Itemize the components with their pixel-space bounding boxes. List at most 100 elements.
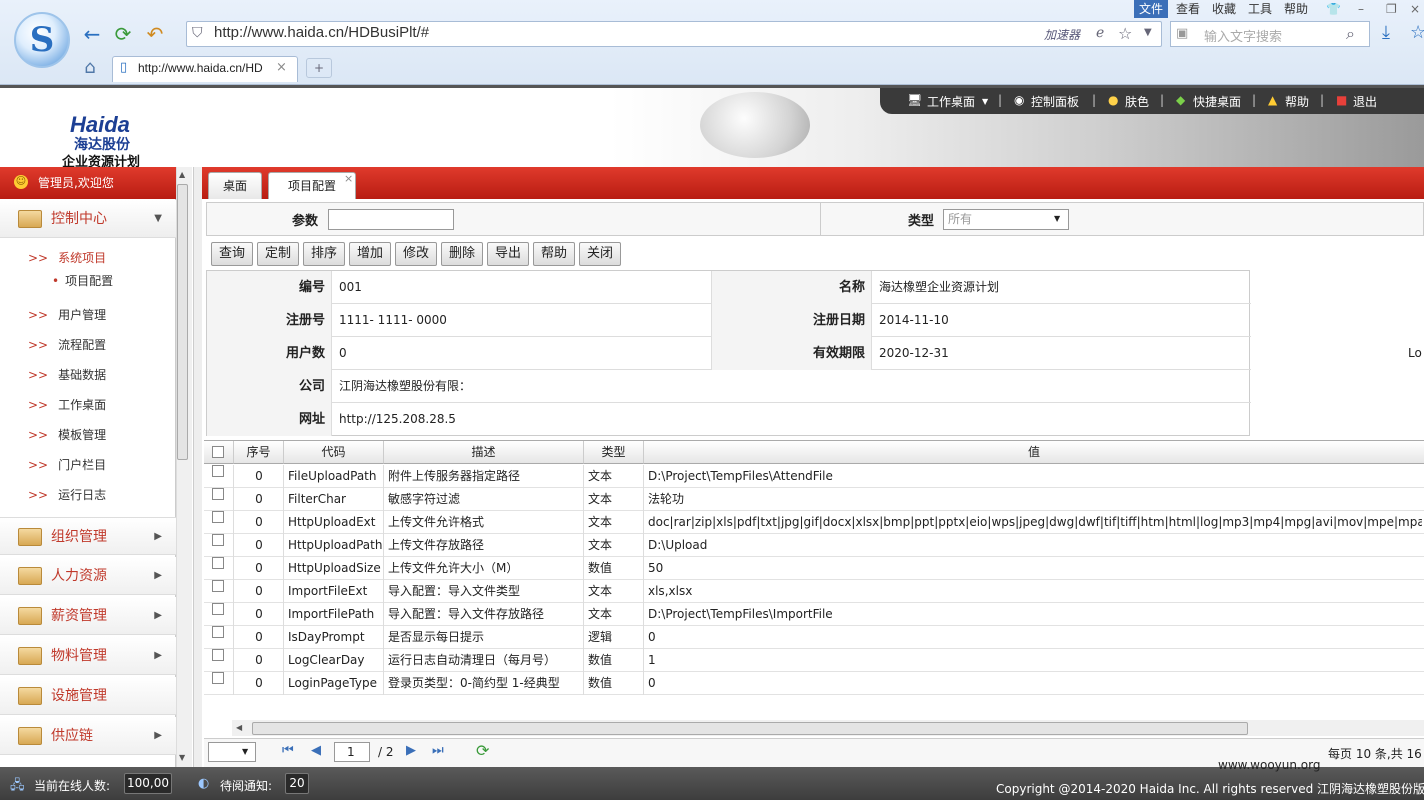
address-text[interactable]: http://www.haida.cn/HDBusiPlt/# [214,24,429,41]
group-facilities[interactable]: 设施管理 [0,677,176,715]
type-select[interactable]: 所有 [943,209,1069,230]
chevron-down-icon[interactable]: ▼ [1054,214,1060,223]
group-supply-chain[interactable]: 供应链 ▶ [0,717,176,755]
tab-close-icon[interactable]: × [344,172,353,185]
favorite-star-icon[interactable]: ☆ [1410,22,1424,43]
group-hr[interactable]: 人力资源 ▶ [0,557,176,595]
group-control-center[interactable]: 控制中心 ▼ [0,200,176,238]
browser-logo-icon[interactable]: S [14,12,70,68]
export-button[interactable]: 导出 [487,242,529,266]
row-checkbox[interactable] [212,603,224,615]
minimize-icon[interactable]: – [1358,0,1364,18]
chevron-down-icon[interactable]: ▼ [242,747,248,756]
row-checkbox[interactable] [212,672,224,684]
download-icon[interactable]: ⤓ [1382,22,1390,43]
chevron-right-icon[interactable]: ▶ [154,557,162,595]
first-page-icon[interactable]: ⏮ [282,743,294,758]
splitter-handle[interactable] [193,167,202,767]
edit-button[interactable]: 修改 [395,242,437,266]
customize-button[interactable]: 定制 [257,242,299,266]
dropdown-icon[interactable]: ▼ [1144,27,1152,38]
table-row[interactable]: 0 LogClearDay 运行日志自动清理日（每月号） 数值 1 [204,649,1424,672]
ie-icon[interactable]: ℯ [1096,25,1104,41]
last-page-icon[interactable]: ⏭ [432,743,444,758]
next-page-icon[interactable]: ▶ [406,743,416,758]
tab-project-config[interactable]: 项目配置 [268,172,356,199]
column-header[interactable]: 类型 [584,441,644,464]
nav-quick-desk[interactable]: 快捷桌面 [1193,93,1241,110]
table-row[interactable]: 0 ImportFileExt 导入配置：导入文件类型 文本 xls,xlsx [204,580,1424,603]
tab-desktop[interactable]: 桌面 [208,172,262,199]
scroll-down-icon[interactable]: ▼ [179,753,185,762]
sidebar-item-workdesk[interactable]: >> 工作桌面 [28,396,106,413]
group-materials[interactable]: 物料管理 ▶ [0,637,176,675]
menu-favorites[interactable]: 收藏 [1212,0,1236,18]
star-icon[interactable]: ☆ [1118,24,1132,43]
chevron-down-icon[interactable]: ▼ [982,97,988,106]
nav-help[interactable]: 帮助 [1285,93,1309,110]
new-tab-icon[interactable]: + [306,58,332,78]
tab-close-icon[interactable]: × [276,60,287,75]
accelerator-label[interactable]: 加速器 [1044,26,1080,43]
group-organization[interactable]: 组织管理 ▶ [0,517,176,555]
scroll-up-icon[interactable]: ▲ [179,170,185,179]
undo-icon[interactable]: ↶ [143,22,167,46]
nav-workdesk[interactable]: 工作桌面 [927,93,975,110]
sidebar-scroll-thumb[interactable] [177,184,188,460]
table-row[interactable]: 0 IsDayPrompt 是否显示每日提示 逻辑 0 [204,626,1424,649]
browser-tab-title[interactable]: http://www.haida.cn/HD [138,61,266,75]
column-header[interactable]: 序号 [234,441,284,464]
sidebar-item-system-project[interactable]: >> 系统项目 [28,249,106,266]
page-size-select[interactable] [208,742,256,762]
menu-help[interactable]: 帮助 [1284,0,1308,18]
table-row[interactable]: 0 HttpUploadSize 上传文件允许大小（M） 数值 50 [204,557,1424,580]
refresh-icon[interactable]: ⟳ [476,741,489,760]
query-button[interactable]: 查询 [211,242,253,266]
group-payroll[interactable]: 薪资管理 ▶ [0,597,176,635]
chevron-down-icon[interactable]: ▼ [154,200,162,238]
table-row[interactable]: 0 FileUploadPath 附件上传服务器指定路径 文本 D:\Project\T… [204,465,1424,488]
sidebar-item-users[interactable]: >> 用户管理 [28,306,106,323]
close-button[interactable]: 关闭 [579,242,621,266]
table-hscroll-thumb[interactable] [252,722,1248,735]
sort-button[interactable]: 排序 [303,242,345,266]
row-checkbox[interactable] [212,557,224,569]
select-all-header[interactable] [204,441,234,464]
menu-file[interactable]: 文件 [1134,0,1168,18]
delete-button[interactable]: 删除 [441,242,483,266]
skin-icon[interactable]: 👕 [1326,0,1341,18]
sidebar-item-logs[interactable]: >> 运行日志 [28,486,106,503]
column-header[interactable]: 描述 [384,441,584,464]
chevron-right-icon[interactable]: ▶ [154,597,162,635]
chevron-right-icon[interactable]: ▶ [154,637,162,675]
help-button[interactable]: 帮助 [533,242,575,266]
table-row[interactable]: 0 HttpUploadExt 上传文件允许格式 文本 doc|rar|zip|xls|… [204,511,1424,534]
nav-control-panel[interactable]: 控制面板 [1031,93,1079,110]
sidebar-item-base-data[interactable]: >> 基础数据 [28,366,106,383]
param-input[interactable] [328,209,454,230]
row-checkbox[interactable] [212,465,224,477]
table-row[interactable]: 0 LoginPageType 登录页类型：0-简约型 1-经典型 数值 0 [204,672,1424,695]
restore-icon[interactable]: ❐ [1386,0,1397,18]
nav-exit[interactable]: 退出 [1353,93,1377,110]
chevron-right-icon[interactable]: ▶ [154,717,162,755]
notice-count[interactable]: 20 [285,773,309,794]
row-checkbox[interactable] [212,534,224,546]
column-header[interactable]: 值 [644,441,1424,464]
prev-page-icon[interactable]: ◀ [311,743,321,758]
sidebar-subitem-project-config[interactable]: • 项目配置 [52,272,113,289]
row-checkbox[interactable] [212,488,224,500]
menu-tools[interactable]: 工具 [1248,0,1272,18]
table-row[interactable]: 0 FilterChar 敏感字符过滤 文本 法轮功 [204,488,1424,511]
chevron-right-icon[interactable]: ▶ [154,518,162,556]
select-all-checkbox[interactable] [212,446,224,458]
back-icon[interactable]: ← [80,22,104,46]
refresh-icon[interactable]: ⟳ [111,22,135,46]
row-checkbox[interactable] [212,580,224,592]
scroll-left-icon[interactable]: ◀ [236,723,242,732]
row-checkbox[interactable] [212,626,224,638]
column-header[interactable]: 代码 [284,441,384,464]
sidebar-item-templates[interactable]: >> 模板管理 [28,426,106,443]
home-icon[interactable]: ⌂ [78,56,102,80]
table-row[interactable]: 0 ImportFilePath 导入配置：导入文件存放路径 文本 D:\Project… [204,603,1424,626]
